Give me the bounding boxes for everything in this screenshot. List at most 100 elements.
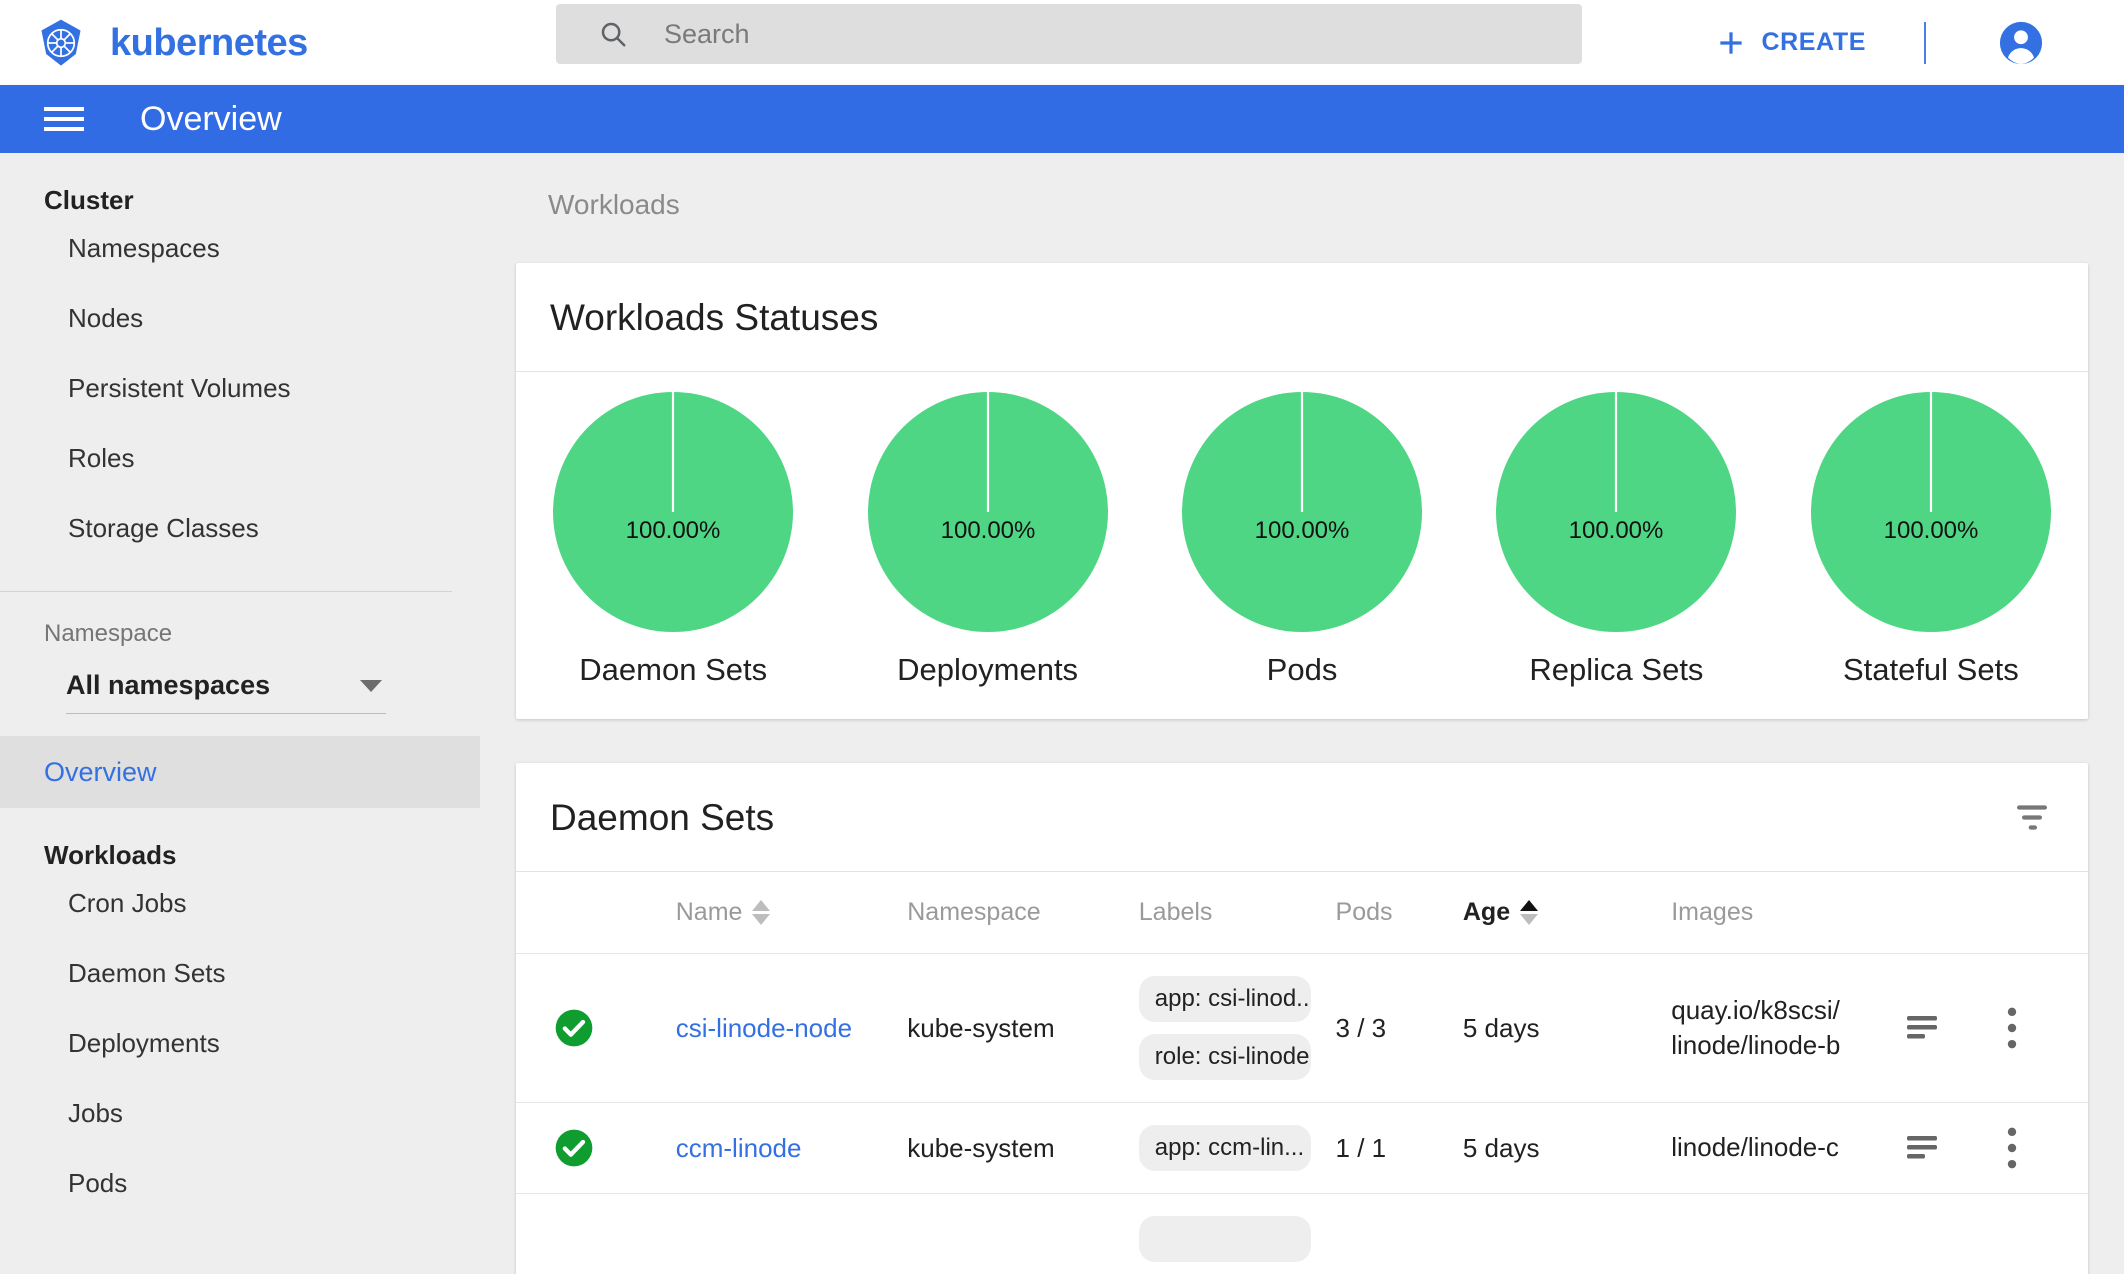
resource-link[interactable]: csi-linode-node <box>676 1013 851 1044</box>
row-notes-cell[interactable] <box>1902 1193 2007 1274</box>
pie-chart-pods: 100.00% Pods <box>1145 392 1459 685</box>
column-header-namespace[interactable]: Namespace <box>907 872 1139 954</box>
pie-chart-deployments-label: Deployments <box>897 652 1079 687</box>
sidebar-item-overview-label: Overview <box>44 756 157 787</box>
table-row[interactable]: ccm-linode kube-system app: ccm-lin... 1… <box>516 1102 2088 1194</box>
sidebar-item-persistent-volumes[interactable]: Persistent Volumes <box>0 353 480 423</box>
pie-chart-daemon-sets-value: 100.00% <box>626 517 721 544</box>
row-namespace-cell <box>907 1193 1139 1274</box>
table-row[interactable]: csi-linode-node kube-system app: csi-lin… <box>516 953 2088 1103</box>
row-status-cell <box>516 953 676 1103</box>
account-circle-icon[interactable] <box>1998 20 2044 66</box>
hamburger-menu-icon[interactable] <box>44 105 84 133</box>
resource-link[interactable]: ccm-linode <box>676 1133 851 1164</box>
label-chip <box>1138 1216 1311 1262</box>
create-button[interactable]: CREATE <box>1707 21 1874 65</box>
sidebar-item-roles[interactable]: Roles <box>0 423 480 493</box>
search-box[interactable] <box>556 4 1582 64</box>
daemon-sets-title: Daemon Sets <box>550 796 775 838</box>
row-labels-cell: app: ccm-lin... <box>1138 1102 1336 1194</box>
sidebar-item-namespaces[interactable]: Namespaces <box>0 213 480 283</box>
column-header-name[interactable]: Name <box>675 872 908 954</box>
chevron-down-icon <box>360 679 382 692</box>
search-input[interactable] <box>662 13 1526 55</box>
table-row[interactable] <box>516 1193 2088 1274</box>
row-menu-cell[interactable] <box>2006 1102 2088 1194</box>
sort-arrows-name[interactable] <box>752 900 771 925</box>
pie-chart-deployments: 100.00% Deployments <box>830 392 1144 685</box>
top-header: kubernetes CREATE <box>0 0 2124 85</box>
column-header-actions-notes <box>1902 872 2007 954</box>
page-title: Overview <box>140 100 282 138</box>
row-name-cell[interactable]: ccm-linode <box>675 1102 908 1194</box>
pie-chart-daemon-sets-label: Daemon Sets <box>579 652 768 687</box>
sidebar-item-cron-jobs[interactable]: Cron Jobs <box>0 868 480 938</box>
sidebar-item-daemon-sets[interactable]: Daemon Sets <box>0 938 480 1008</box>
column-header-status <box>516 872 676 954</box>
sort-arrows-age[interactable] <box>1520 900 1539 925</box>
row-labels-cell <box>1138 1193 1336 1274</box>
row-images-cell: linode/linode-c <box>1671 1102 1903 1194</box>
plus-icon <box>1720 31 1743 54</box>
sidebar-section-workloads: Workloads <box>44 840 177 870</box>
workloads-statuses-card: Workloads Statuses 100.00% Daemon Sets 1… <box>516 263 2088 719</box>
more-vert-icon[interactable] <box>2007 1007 2017 1049</box>
workloads-statuses-card-header: Workloads Statuses <box>516 263 2088 372</box>
daemon-sets-table: Name Namespace Labels Pods Age Images cs… <box>516 872 2088 1274</box>
sidebar-item-nodes[interactable]: Nodes <box>0 283 480 353</box>
column-header-images[interactable]: Images <box>1671 872 1903 954</box>
more-vert-icon[interactable] <box>2007 1127 2017 1169</box>
namespace-select[interactable]: All namespaces <box>66 672 386 714</box>
row-labels-cell: app: csi-linod... role: csi-linode... <box>1138 953 1336 1103</box>
daemon-sets-table-head: Name Namespace Labels Pods Age Images <box>516 872 2088 954</box>
notes-icon[interactable] <box>1903 1013 1941 1043</box>
sidebar-item-deployments[interactable]: Deployments <box>0 1008 480 1078</box>
main-content: Workloads Workloads Statuses 100.00% Dae… <box>480 153 2124 1274</box>
row-namespace-cell: kube-system <box>907 953 1139 1103</box>
brand[interactable]: kubernetes <box>36 17 308 69</box>
row-notes-cell[interactable] <box>1902 1102 2007 1194</box>
dashboard-root: kubernetes CREATE <box>0 0 2124 1274</box>
row-images-cell: quay.io/k8scsi/ linode/linode-b <box>1671 953 1903 1103</box>
label-chip: role: csi-linode... <box>1138 1034 1311 1080</box>
namespace-label: Namespace <box>44 620 173 647</box>
breadcrumb: Workloads <box>548 189 680 220</box>
daemon-sets-card: Daemon Sets Name Namespace Labels Pods A… <box>516 763 2088 1274</box>
row-menu-cell[interactable] <box>2006 953 2088 1103</box>
pie-chart-daemon-sets: 100.00% Daemon Sets <box>516 392 830 685</box>
row-age-cell: 5 days <box>1462 953 1672 1103</box>
row-name-cell[interactable] <box>675 1193 908 1274</box>
notes-icon[interactable] <box>1903 1133 1941 1163</box>
row-pods-cell: 1 / 1 <box>1335 1102 1463 1194</box>
filter-list-icon[interactable] <box>2012 800 2052 834</box>
column-header-age[interactable]: Age <box>1462 872 1672 954</box>
pie-chart-replica-sets-graphic: 100.00% <box>1496 392 1737 632</box>
row-pods-cell <box>1335 1193 1463 1274</box>
sidebar-item-overview[interactable]: Overview <box>0 736 480 808</box>
sidebar-section-cluster: Cluster <box>44 185 134 215</box>
pie-chart-stateful-sets-value: 100.00% <box>1883 517 1978 544</box>
check-circle-icon <box>555 1129 593 1167</box>
row-images-cell <box>1671 1193 1903 1274</box>
row-age-cell <box>1462 1193 1672 1274</box>
pie-chart-stateful-sets: 100.00% Stateful Sets <box>1774 392 2088 685</box>
image-name: quay.io/k8scsi/ <box>1671 994 1840 1025</box>
row-name-cell[interactable]: csi-linode-node <box>675 953 908 1103</box>
workloads-statuses-title: Workloads Statuses <box>550 296 879 338</box>
label-chip: app: csi-linod... <box>1138 976 1311 1022</box>
search-icon <box>601 22 626 47</box>
row-menu-cell[interactable] <box>2006 1193 2088 1274</box>
column-header-pods[interactable]: Pods <box>1335 872 1463 954</box>
column-header-name-label: Name <box>675 898 743 926</box>
sidebar-overview-wrap: Overview <box>0 736 480 808</box>
sidebar-item-jobs[interactable]: Jobs <box>0 1078 480 1148</box>
sidebar-item-pods[interactable]: Pods <box>0 1148 480 1218</box>
label-chip: app: ccm-lin... <box>1138 1125 1311 1171</box>
row-status-cell <box>516 1102 676 1194</box>
column-header-age-label: Age <box>1462 898 1511 926</box>
column-header-labels[interactable]: Labels <box>1138 872 1336 954</box>
sidebar-item-storage-classes[interactable]: Storage Classes <box>0 493 480 563</box>
row-notes-cell[interactable] <box>1902 953 2007 1103</box>
column-header-actions-menu <box>2006 872 2088 954</box>
pie-chart-stateful-sets-label: Stateful Sets <box>1842 652 2019 687</box>
